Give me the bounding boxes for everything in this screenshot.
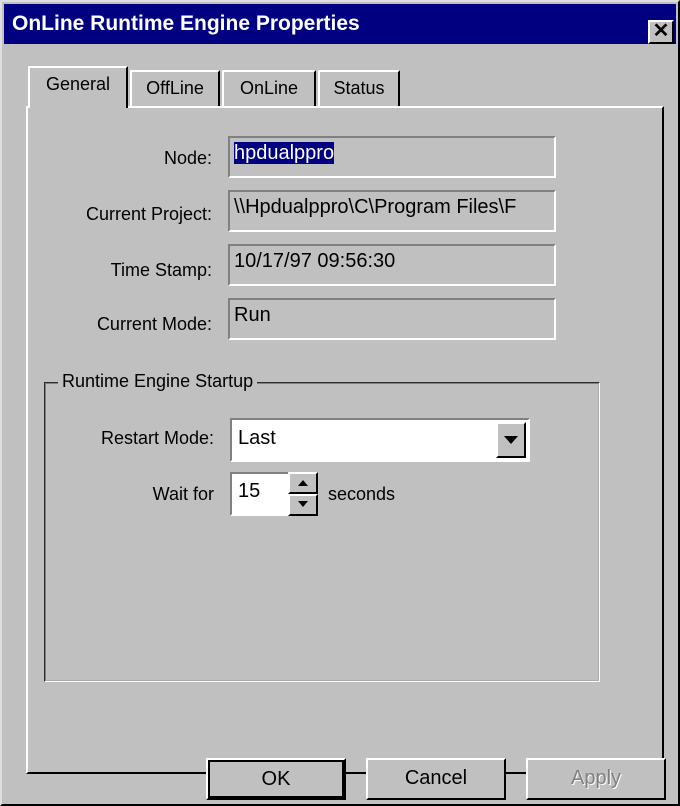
apply-button[interactable]: Apply (526, 758, 666, 800)
spin-up-button[interactable] (288, 472, 318, 494)
chevron-down-icon (504, 436, 518, 444)
current-mode-field[interactable]: Run (228, 298, 556, 340)
close-button[interactable]: ✕ (648, 20, 674, 44)
current-mode-label: Current Mode: (96, 314, 212, 334)
tab-offline-label: OffLine (146, 78, 204, 98)
restart-mode-value: Last (238, 427, 276, 449)
tab-online-label: OnLine (239, 78, 299, 98)
current-mode-value: Run (234, 304, 271, 326)
node-value: hpdualppro (234, 142, 335, 164)
title-bar[interactable]: OnLine Runtime Engine Properties ✕ (4, 4, 676, 44)
properties-dialog: OnLine Runtime Engine Properties ✕ Gener… (0, 0, 680, 806)
triangle-down-icon (298, 501, 308, 507)
tab-status-label: Status (333, 78, 385, 98)
wait-seconds-value: 15 (238, 480, 261, 502)
ok-label: OK (261, 768, 291, 790)
tab-general[interactable]: General (28, 66, 128, 108)
restart-mode-label: Restart Mode: (100, 428, 214, 448)
group-title: Runtime Engine Startup (58, 371, 258, 392)
dropdown-button[interactable] (496, 422, 526, 458)
seconds-label: seconds (328, 484, 396, 504)
time-stamp-field[interactable]: 10/17/97 09:56:30 (228, 244, 556, 286)
node-field[interactable]: hpdualppro (228, 136, 556, 178)
tab-offline[interactable]: OffLine (130, 70, 220, 106)
tab-online[interactable]: OnLine (222, 70, 316, 106)
cancel-label: Cancel (404, 767, 468, 789)
triangle-up-icon (298, 480, 308, 486)
current-project-value: \\Hpdualppro\C\Program Files\F (234, 196, 517, 218)
tab-general-label: General (45, 74, 111, 94)
cancel-button[interactable]: Cancel (366, 758, 506, 800)
close-icon: ✕ (652, 20, 670, 42)
tab-status[interactable]: Status (318, 70, 400, 106)
current-project-label: Current Project: (85, 204, 212, 224)
wait-seconds-input[interactable]: 15 (230, 472, 288, 516)
node-label: Node: (163, 148, 212, 168)
time-stamp-label: Time Stamp: (110, 260, 212, 280)
time-stamp-value: 10/17/97 09:56:30 (234, 250, 396, 272)
ok-button[interactable]: OK (206, 758, 346, 800)
window-title: OnLine Runtime Engine Properties (12, 12, 360, 35)
current-project-field[interactable]: \\Hpdualppro\C\Program Files\F (228, 190, 556, 232)
restart-mode-select[interactable]: Last (230, 418, 530, 462)
apply-label: Apply (570, 767, 622, 789)
wait-for-label: Wait for (152, 484, 214, 504)
spin-down-button[interactable] (288, 494, 318, 516)
